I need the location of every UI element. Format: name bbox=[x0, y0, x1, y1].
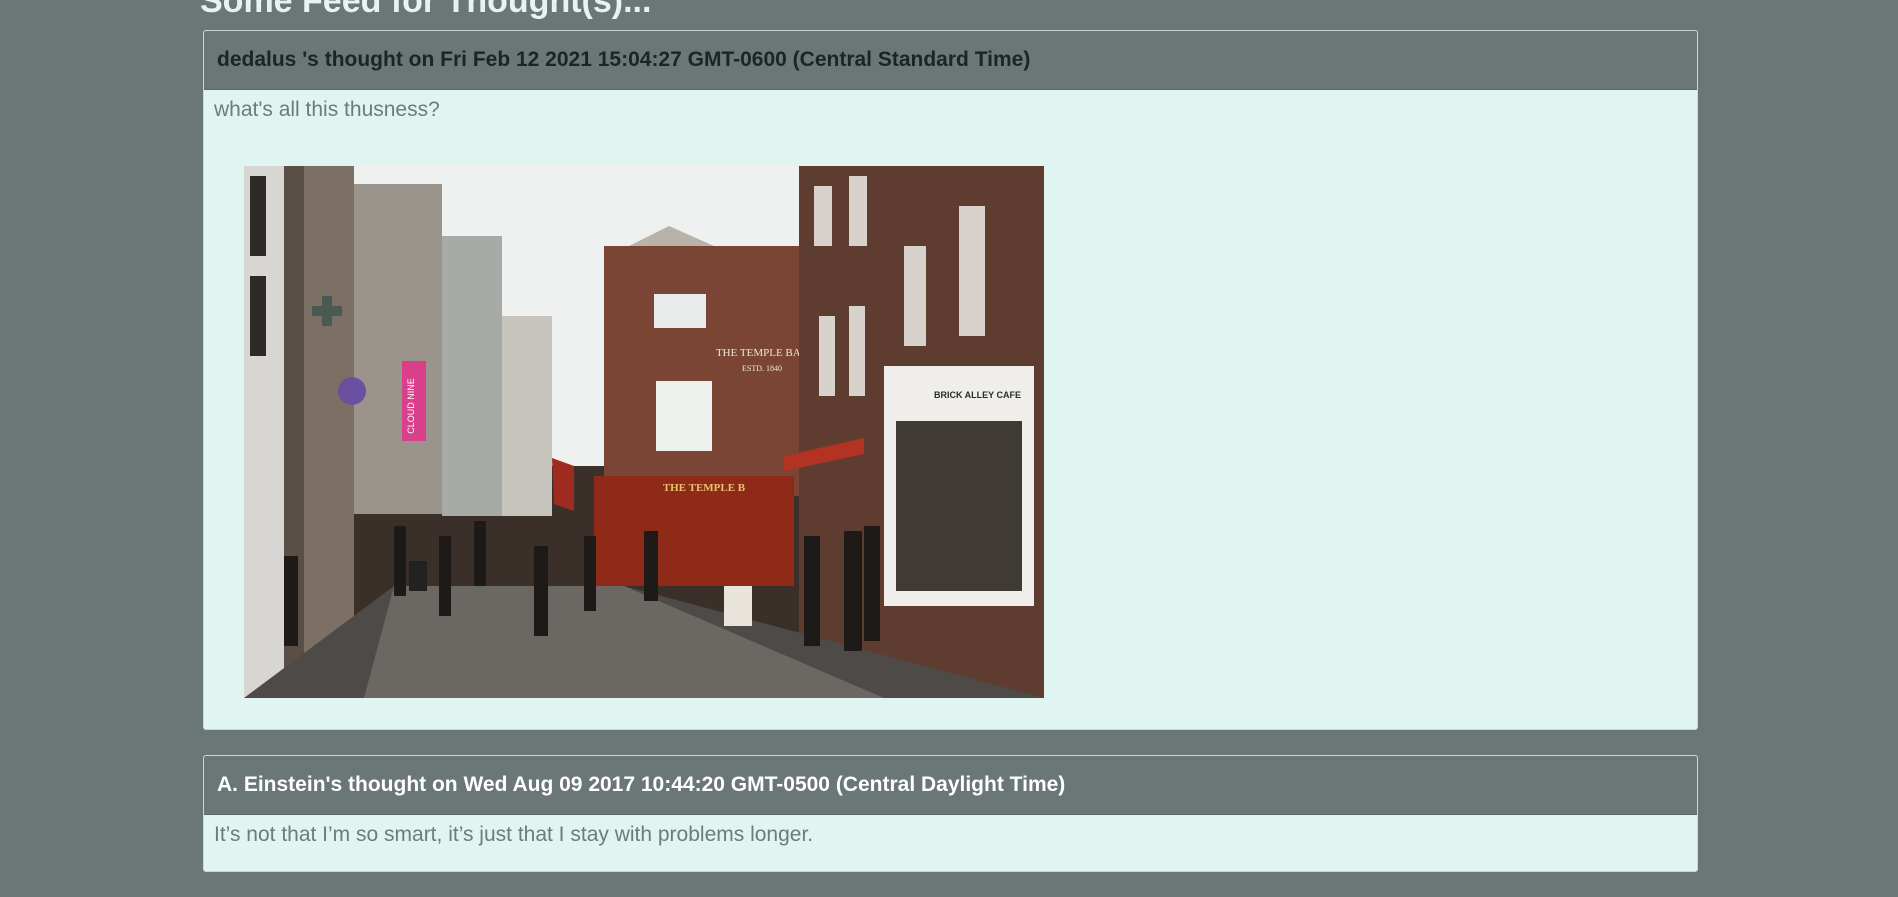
temple-bar-storefront-sign: THE TEMPLE B bbox=[663, 482, 746, 494]
thought-body: It’s not that I’m so smart, it’s just th… bbox=[214, 823, 814, 846]
thought-card: A. Einstein's thought on Wed Aug 09 2017… bbox=[203, 755, 1698, 872]
street-photo-image: CLOUD NINE THE TEMPLE BAR ESTD. 1840 THE… bbox=[244, 166, 1044, 698]
cafe-sign: BRICK ALLEY CAFE bbox=[934, 390, 1021, 400]
estd-sign: ESTD. 1840 bbox=[742, 364, 782, 373]
thought-card: dedalus 's thought on Fri Feb 12 2021 15… bbox=[203, 30, 1698, 730]
page-title: Some Feed for Thought(s)... bbox=[200, 0, 652, 20]
thought-header: dedalus 's thought on Fri Feb 12 2021 15… bbox=[204, 31, 1697, 90]
thought-header: A. Einstein's thought on Wed Aug 09 2017… bbox=[204, 756, 1697, 815]
street-photo: CLOUD NINE THE TEMPLE BAR ESTD. 1840 THE… bbox=[244, 166, 1044, 698]
cloud-nine-sign: CLOUD NINE bbox=[406, 378, 416, 434]
temple-bar-sign: THE TEMPLE BAR bbox=[716, 347, 809, 359]
thought-body: what's all this thusness? bbox=[214, 98, 440, 121]
